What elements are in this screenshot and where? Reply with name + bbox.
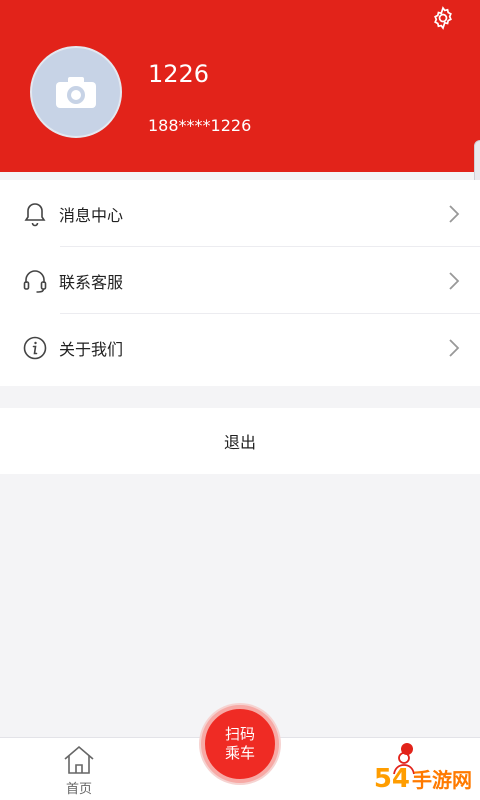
scan-label-line2: 乘车 (224, 744, 255, 762)
camera-icon (56, 77, 96, 108)
profile-header: 1226 188****1226 (0, 0, 480, 172)
menu-item-label: 关于我们 (59, 339, 124, 359)
menu-item-label: 联系客服 (59, 272, 124, 292)
scan-ride-button[interactable]: 扫码 乘车 (201, 705, 279, 783)
gear-icon (434, 6, 452, 30)
bell-icon (22, 201, 48, 227)
menu-item-about[interactable]: 关于我们 (0, 314, 480, 381)
info-icon (22, 335, 48, 361)
nav-home[interactable]: 首页 (48, 744, 110, 799)
notification-dot (401, 743, 413, 755)
chevron-right-icon (449, 338, 460, 357)
settings-button[interactable] (428, 3, 458, 33)
menu-item-customer-service[interactable]: 联系客服 (0, 247, 480, 314)
menu-item-label: 消息中心 (59, 205, 124, 225)
menu-list: 消息中心 联系客服 关于我们 (0, 180, 480, 386)
avatar[interactable] (30, 46, 122, 138)
headset-icon (22, 268, 48, 294)
scan-label-line1: 扫码 (224, 725, 255, 743)
logout-button[interactable]: 退出 (0, 408, 480, 474)
menu-item-messages[interactable]: 消息中心 (0, 180, 480, 247)
home-icon (64, 745, 94, 774)
username: 1226 (148, 60, 210, 88)
phone-number: 188****1226 (148, 116, 252, 135)
chevron-right-icon (449, 271, 460, 290)
nav-home-label: 首页 (65, 782, 92, 797)
chevron-right-icon (449, 204, 460, 223)
